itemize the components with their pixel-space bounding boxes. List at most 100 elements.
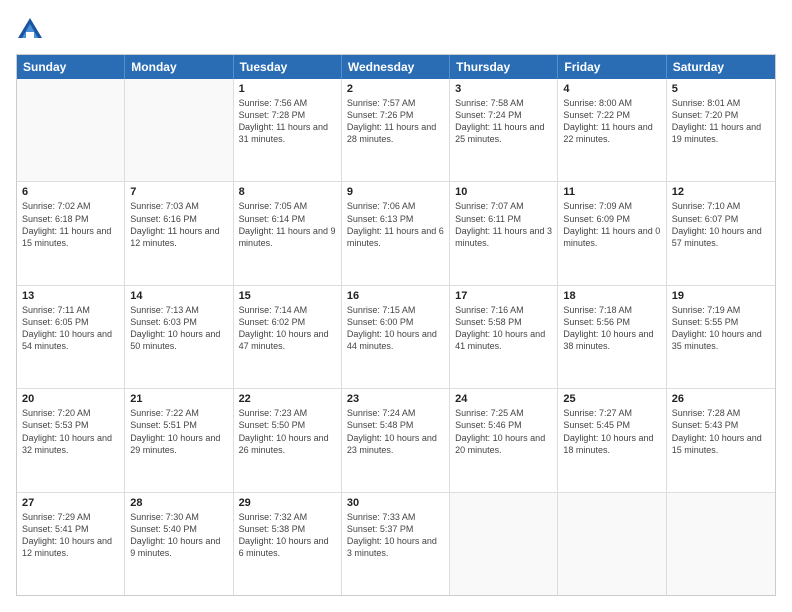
day-info: Sunrise: 7:27 AM Sunset: 5:45 PM Dayligh… [563, 407, 660, 456]
day-cell-5: 5 Sunrise: 8:01 AM Sunset: 7:20 PM Daylig… [667, 79, 775, 181]
day-number: 17 [455, 290, 552, 302]
day-info: Sunrise: 7:16 AM Sunset: 5:58 PM Dayligh… [455, 304, 552, 353]
day-info: Sunrise: 7:09 AM Sunset: 6:09 PM Dayligh… [563, 200, 660, 249]
day-cell-9: 9 Sunrise: 7:06 AM Sunset: 6:13 PM Daylig… [342, 182, 450, 284]
calendar-row-4: 27 Sunrise: 7:29 AM Sunset: 5:41 PM Dayli… [17, 492, 775, 595]
header-day-thursday: Thursday [450, 55, 558, 79]
day-cell-14: 14 Sunrise: 7:13 AM Sunset: 6:03 PM Dayli… [125, 286, 233, 388]
day-cell-27: 27 Sunrise: 7:29 AM Sunset: 5:41 PM Dayli… [17, 493, 125, 595]
page: SundayMondayTuesdayWednesdayThursdayFrid… [0, 0, 792, 612]
day-cell-26: 26Sunrise: 7:28 AM Sunset: 5:43 PM Dayli… [667, 389, 775, 491]
header-day-monday: Monday [125, 55, 233, 79]
logo [16, 16, 48, 44]
day-info: Sunrise: 7:30 AM Sunset: 5:40 PM Dayligh… [130, 511, 227, 560]
calendar: SundayMondayTuesdayWednesdayThursdayFrid… [16, 54, 776, 596]
day-number: 13 [22, 290, 119, 302]
day-info: Sunrise: 7:02 AM Sunset: 6:18 PM Dayligh… [22, 200, 119, 249]
day-number: 5 [672, 83, 770, 95]
day-cell-17: 17 Sunrise: 7:16 AM Sunset: 5:58 PM Dayli… [450, 286, 558, 388]
day-info: Sunrise: 7:18 AM Sunset: 5:56 PM Dayligh… [563, 304, 660, 353]
day-number: 6 [22, 186, 119, 198]
day-cell-29: 29 Sunrise: 7:32 AM Sunset: 5:38 PM Dayli… [234, 493, 342, 595]
day-cell-3: 3 Sunrise: 7:58 AM Sunset: 7:24 PM Daylig… [450, 79, 558, 181]
day-info: Sunrise: 7:20 AM Sunset: 5:53 PM Dayligh… [22, 407, 119, 456]
logo-icon [16, 16, 44, 44]
day-cell-21: 21Sunrise: 7:22 AM Sunset: 5:51 PM Dayli… [125, 389, 233, 491]
day-cell-15: 15Sunrise: 7:14 AM Sunset: 6:02 PM Dayli… [234, 286, 342, 388]
day-info: Sunrise: 7:15 AM Sunset: 6:00 PM Dayligh… [347, 304, 444, 353]
day-info: Sunrise: 7:13 AM Sunset: 6:03 PM Dayligh… [130, 304, 227, 353]
day-cell-16: 16 Sunrise: 7:15 AM Sunset: 6:00 PM Dayli… [342, 286, 450, 388]
day-info: Sunrise: 7:23 AM Sunset: 5:50 PM Dayligh… [239, 407, 336, 456]
day-cell-23: 23Sunrise: 7:24 AM Sunset: 5:48 PM Dayli… [342, 389, 450, 491]
day-number: 8 [239, 186, 336, 198]
day-info: Sunrise: 7:32 AM Sunset: 5:38 PM Dayligh… [239, 511, 336, 560]
header-day-sunday: Sunday [17, 55, 125, 79]
day-number: 12 [672, 186, 770, 198]
day-info: Sunrise: 7:58 AM Sunset: 7:24 PM Dayligh… [455, 97, 552, 146]
day-number: 28 [130, 497, 227, 509]
day-info: Sunrise: 7:06 AM Sunset: 6:13 PM Dayligh… [347, 200, 444, 249]
empty-cell-4-4 [450, 493, 558, 595]
day-number: 10 [455, 186, 552, 198]
day-info: Sunrise: 8:01 AM Sunset: 7:20 PM Dayligh… [672, 97, 770, 146]
day-number: 19 [672, 290, 770, 302]
empty-cell-4-6 [667, 493, 775, 595]
day-cell-20: 20 Sunrise: 7:20 AM Sunset: 5:53 PM Dayli… [17, 389, 125, 491]
day-number: 7 [130, 186, 227, 198]
day-number: 3 [455, 83, 552, 95]
day-number: 16 [347, 290, 444, 302]
day-number: 4 [563, 83, 660, 95]
day-cell-7: 7 Sunrise: 7:03 AM Sunset: 6:16 PM Daylig… [125, 182, 233, 284]
day-number: 9 [347, 186, 444, 198]
header-day-tuesday: Tuesday [234, 55, 342, 79]
day-number: 30 [347, 497, 444, 509]
day-number: 27 [22, 497, 119, 509]
day-info: Sunrise: 7:22 AM Sunset: 5:51 PM Dayligh… [130, 407, 227, 456]
day-info: Sunrise: 7:05 AM Sunset: 6:14 PM Dayligh… [239, 200, 336, 249]
day-info: Sunrise: 8:00 AM Sunset: 7:22 PM Dayligh… [563, 97, 660, 146]
calendar-row-2: 13 Sunrise: 7:11 AM Sunset: 6:05 PM Dayli… [17, 285, 775, 388]
day-info: Sunrise: 7:29 AM Sunset: 5:41 PM Dayligh… [22, 511, 119, 560]
day-cell-22: 22Sunrise: 7:23 AM Sunset: 5:50 PM Dayli… [234, 389, 342, 491]
day-cell-13: 13 Sunrise: 7:11 AM Sunset: 6:05 PM Dayli… [17, 286, 125, 388]
header-day-wednesday: Wednesday [342, 55, 450, 79]
day-info: Sunrise: 7:03 AM Sunset: 6:16 PM Dayligh… [130, 200, 227, 249]
day-number: 26 [672, 393, 770, 405]
day-cell-6: 6 Sunrise: 7:02 AM Sunset: 6:18 PM Daylig… [17, 182, 125, 284]
empty-cell-0-1 [125, 79, 233, 181]
day-number: 25 [563, 393, 660, 405]
day-cell-8: 8 Sunrise: 7:05 AM Sunset: 6:14 PM Daylig… [234, 182, 342, 284]
day-cell-10: 10 Sunrise: 7:07 AM Sunset: 6:11 PM Dayli… [450, 182, 558, 284]
day-number: 29 [239, 497, 336, 509]
day-info: Sunrise: 7:19 AM Sunset: 5:55 PM Dayligh… [672, 304, 770, 353]
day-number: 20 [22, 393, 119, 405]
empty-cell-4-5 [558, 493, 666, 595]
header [16, 16, 776, 44]
day-cell-1: 1 Sunrise: 7:56 AM Sunset: 7:28 PM Daylig… [234, 79, 342, 181]
day-number: 2 [347, 83, 444, 95]
header-day-friday: Friday [558, 55, 666, 79]
day-number: 1 [239, 83, 336, 95]
calendar-row-3: 20 Sunrise: 7:20 AM Sunset: 5:53 PM Dayli… [17, 388, 775, 491]
day-cell-19: 19 Sunrise: 7:19 AM Sunset: 5:55 PM Dayli… [667, 286, 775, 388]
day-info: Sunrise: 7:07 AM Sunset: 6:11 PM Dayligh… [455, 200, 552, 249]
day-info: Sunrise: 7:56 AM Sunset: 7:28 PM Dayligh… [239, 97, 336, 146]
day-info: Sunrise: 7:11 AM Sunset: 6:05 PM Dayligh… [22, 304, 119, 353]
day-number: 18 [563, 290, 660, 302]
day-number: 11 [563, 186, 660, 198]
day-cell-4: 4 Sunrise: 8:00 AM Sunset: 7:22 PM Daylig… [558, 79, 666, 181]
day-number: 14 [130, 290, 227, 302]
day-info: Sunrise: 7:25 AM Sunset: 5:46 PM Dayligh… [455, 407, 552, 456]
empty-cell-0-0 [17, 79, 125, 181]
day-number: 24 [455, 393, 552, 405]
calendar-body: 1 Sunrise: 7:56 AM Sunset: 7:28 PM Daylig… [17, 79, 775, 595]
day-cell-2: 2Sunrise: 7:57 AM Sunset: 7:26 PM Daylig… [342, 79, 450, 181]
calendar-row-0: 1 Sunrise: 7:56 AM Sunset: 7:28 PM Daylig… [17, 79, 775, 181]
day-cell-18: 18 Sunrise: 7:18 AM Sunset: 5:56 PM Dayli… [558, 286, 666, 388]
day-cell-25: 25 Sunrise: 7:27 AM Sunset: 5:45 PM Dayli… [558, 389, 666, 491]
day-cell-24: 24 Sunrise: 7:25 AM Sunset: 5:46 PM Dayli… [450, 389, 558, 491]
calendar-row-1: 6 Sunrise: 7:02 AM Sunset: 6:18 PM Daylig… [17, 181, 775, 284]
day-info: Sunrise: 7:24 AM Sunset: 5:48 PM Dayligh… [347, 407, 444, 456]
calendar-header: SundayMondayTuesdayWednesdayThursdayFrid… [17, 55, 775, 79]
